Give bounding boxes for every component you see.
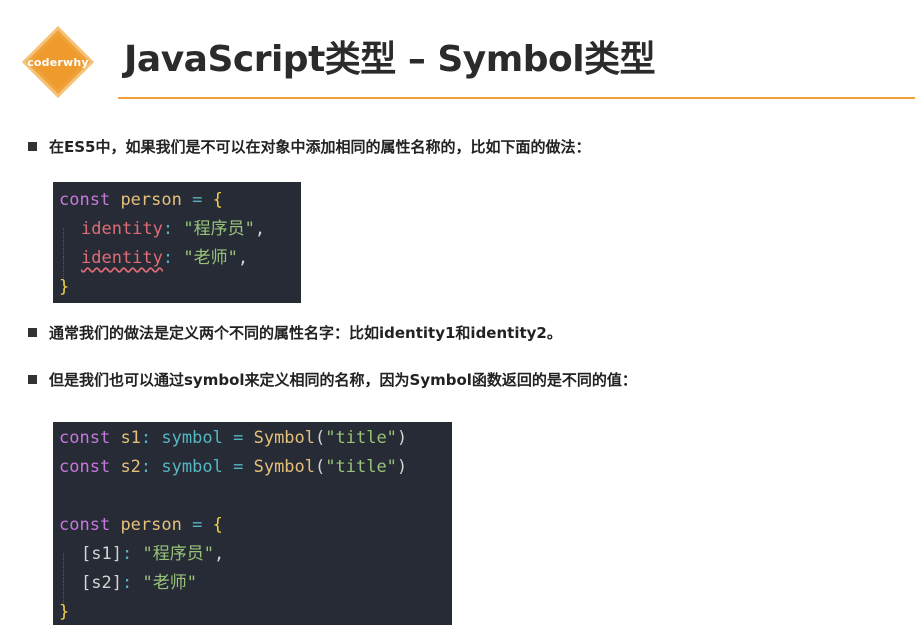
error-underline: identity <box>81 248 163 268</box>
bullet-square-icon <box>28 375 37 384</box>
code-line: [s2]: "老师" <box>63 573 197 611</box>
bullet-item: 通常我们的做法是定义两个不同的属性名字：比如identity1和identity… <box>28 322 562 343</box>
code-line: const person = { <box>59 190 223 210</box>
code-block-duplicate-keys: const person = { identity: "程序员", identi… <box>53 182 301 303</box>
code-line: identity: "老师", <box>63 248 249 286</box>
code-line: [s1]: "程序员", <box>63 544 225 582</box>
coderwhy-logo: coderwhy <box>21 25 95 99</box>
page-title: JavaScript类型 – Symbol类型 <box>124 39 656 80</box>
bullet-item: 但是我们也可以通过symbol来定义相同的名称，因为Symbol函数返回的是不同… <box>28 369 637 390</box>
bullet-square-icon <box>28 328 37 337</box>
code-line: const person = { <box>59 515 223 535</box>
bullet-text: 通常我们的做法是定义两个不同的属性名字：比如identity1和identity… <box>49 324 562 342</box>
title-divider <box>118 97 915 99</box>
logo-text: coderwhy <box>27 55 89 69</box>
code-line: } <box>59 602 70 622</box>
code-line: const s2: symbol = Symbol("title") <box>59 457 408 477</box>
code-line: identity: "程序员", <box>63 219 266 257</box>
bullet-square-icon <box>28 142 37 151</box>
bullet-text: 在ES5中，如果我们是不可以在对象中添加相同的属性名称的，比如下面的做法： <box>49 138 591 156</box>
code-line: const s1: symbol = Symbol("title") <box>59 428 408 448</box>
code-line: } <box>59 277 70 297</box>
code-block-symbol-keys: const s1: symbol = Symbol("title") const… <box>53 422 452 625</box>
bullet-text: 但是我们也可以通过symbol来定义相同的名称，因为Symbol函数返回的是不同… <box>49 371 637 389</box>
bullet-item: 在ES5中，如果我们是不可以在对象中添加相同的属性名称的，比如下面的做法： <box>28 136 591 157</box>
